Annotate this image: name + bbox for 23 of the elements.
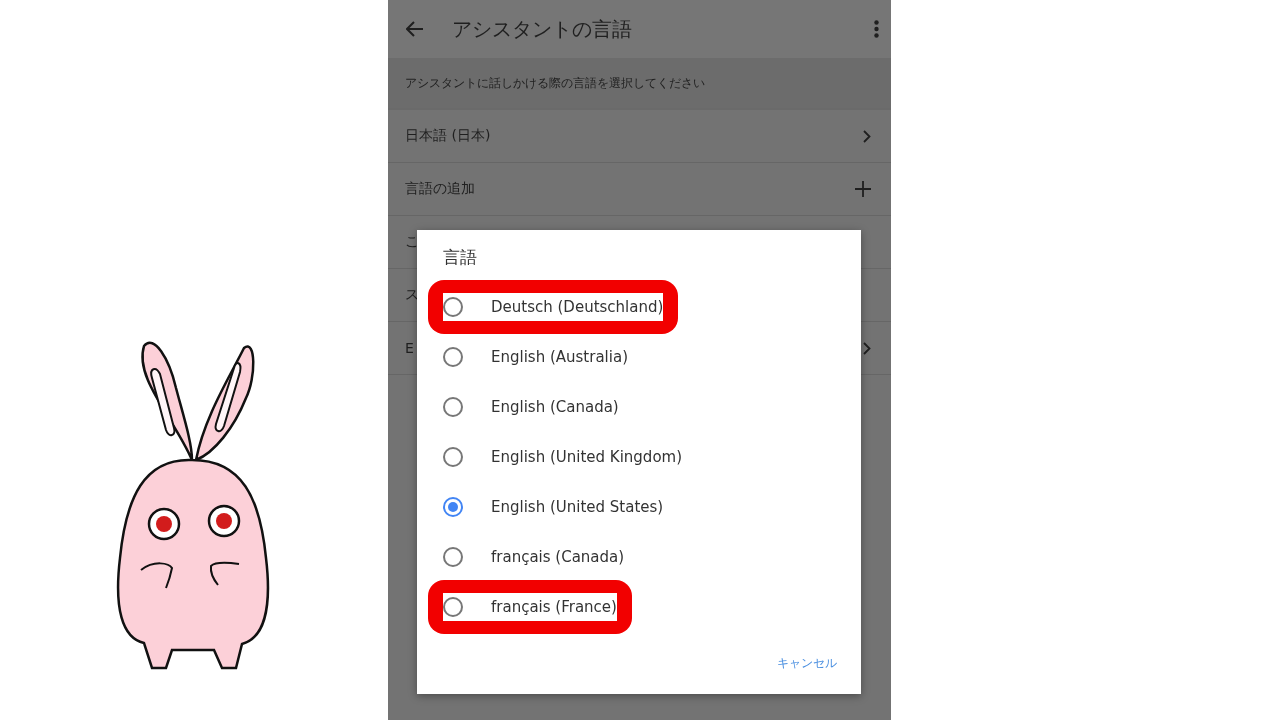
radio-button[interactable]: [443, 397, 463, 417]
radio-button[interactable]: [443, 597, 463, 617]
language-option-label[interactable]: English (United States): [491, 498, 664, 516]
screen-title: アシスタントの言語: [452, 15, 633, 43]
language-option-label[interactable]: English (United Kingdom): [491, 448, 683, 466]
chevron-right-icon: [863, 341, 871, 355]
back-arrow-icon[interactable]: [406, 21, 424, 37]
radio-button[interactable]: [443, 347, 463, 367]
dialog-title: 言語: [443, 245, 477, 269]
radio-button[interactable]: [443, 297, 463, 317]
list-item-label[interactable]: 日本語 (日本): [405, 127, 491, 143]
radio-button[interactable]: [443, 547, 463, 567]
more-options-icon[interactable]: [874, 20, 879, 38]
language-option-label[interactable]: English (Canada): [491, 398, 619, 416]
plus-icon[interactable]: [855, 181, 871, 197]
chevron-right-icon: [863, 129, 871, 143]
language-option-label[interactable]: français (Canada): [491, 548, 625, 566]
language-option-label[interactable]: English (Australia): [491, 348, 628, 366]
list-item-label[interactable]: 言語の追加: [405, 180, 475, 196]
radio-button[interactable]: [443, 447, 463, 467]
radio-button[interactable]: [443, 497, 463, 517]
cancel-button[interactable]: キャンセル: [777, 648, 837, 678]
description-text: アシスタントに話しかける際の言語を選択してください: [405, 74, 705, 92]
